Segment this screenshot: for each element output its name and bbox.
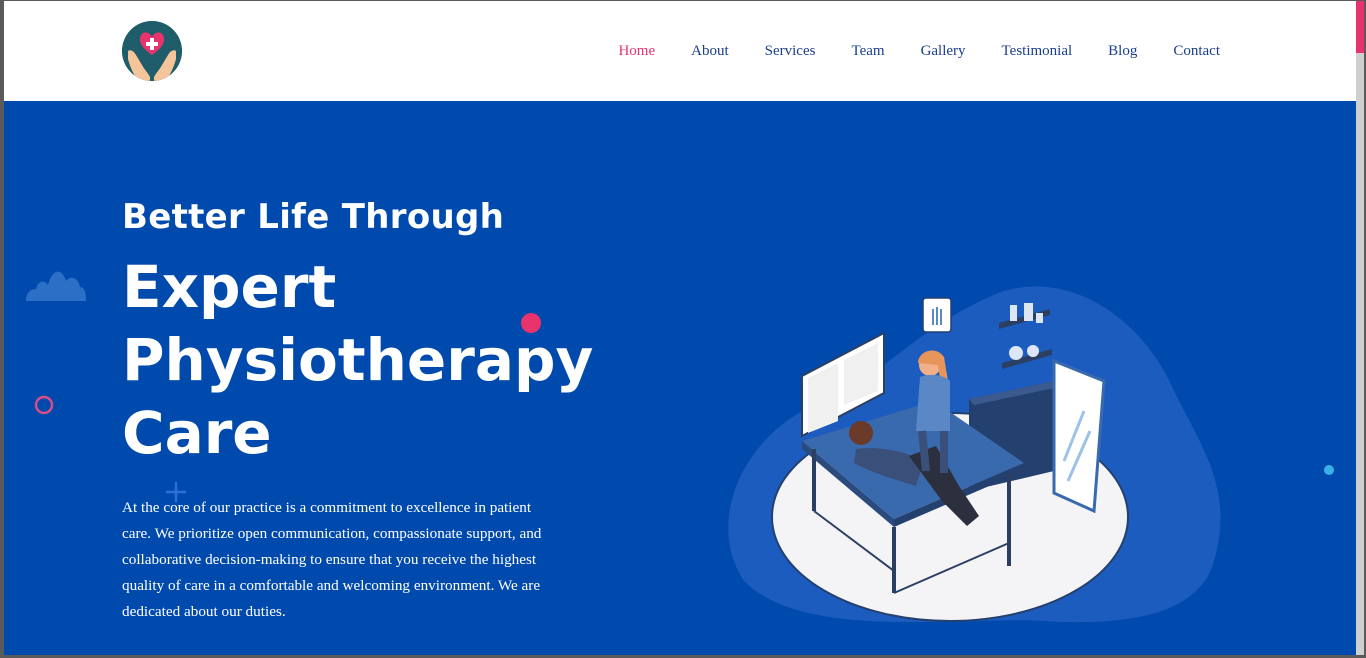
hero-title-line: Physiotherapy [122, 326, 594, 394]
nav-item-blog[interactable]: Blog [1108, 43, 1137, 60]
cloud-shape-decoration [26, 271, 86, 301]
site-header: Home About Services Team Gallery Testimo… [4, 1, 1356, 101]
nav-item-gallery[interactable]: Gallery [921, 43, 966, 60]
hero-title-line: Expert [122, 253, 337, 321]
nav-item-about[interactable]: About [691, 43, 729, 60]
hero-title-line: Care [122, 399, 272, 467]
nav-item-testimonial[interactable]: Testimonial [1002, 43, 1073, 60]
hero-subtitle: Better Life Through [122, 197, 505, 237]
page-scrollbar[interactable] [1356, 1, 1364, 655]
physiotherapy-session-illustration [728, 286, 1221, 623]
site-logo[interactable] [122, 21, 182, 81]
nav-item-home[interactable]: Home [618, 43, 655, 60]
heart-hands-icon [122, 21, 182, 81]
nav-item-team[interactable]: Team [851, 43, 884, 60]
ring-decoration [34, 395, 54, 415]
browser-viewport: Home About Services Team Gallery Testimo… [4, 1, 1356, 655]
hero-description: At the core of our practice is a commitm… [122, 499, 542, 620]
scrollbar-thumb[interactable] [1356, 1, 1364, 53]
hero-title: Expert Physiotherapy Care [122, 251, 594, 470]
cyan-dot-decoration [1324, 465, 1334, 475]
nav-item-contact[interactable]: Contact [1173, 43, 1220, 60]
nav-item-services[interactable]: Services [765, 43, 816, 60]
main-nav: Home About Services Team Gallery Testimo… [618, 1, 1220, 101]
